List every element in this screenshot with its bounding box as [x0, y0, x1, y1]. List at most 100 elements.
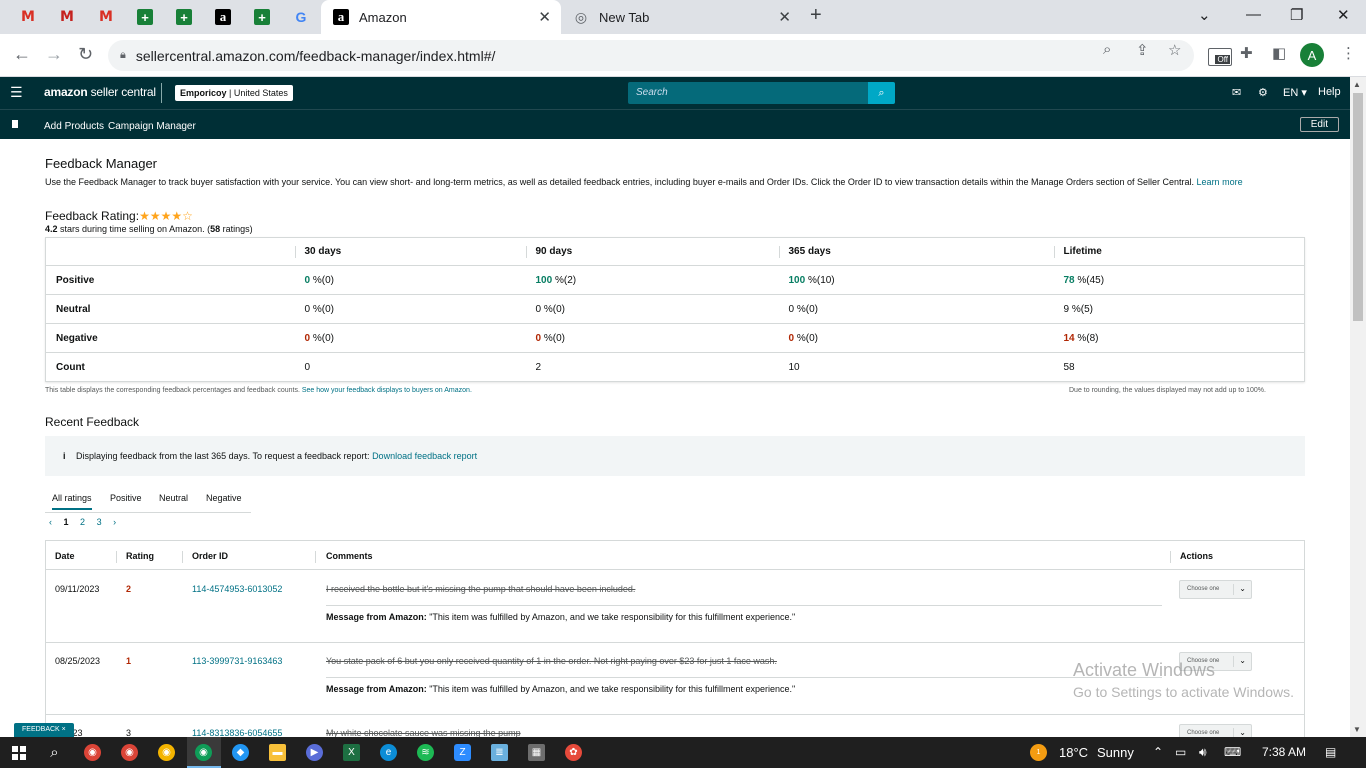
zoom-app-icon[interactable]: Z [454, 744, 471, 761]
app-icon[interactable]: ◆ [232, 744, 249, 761]
pinned-tab-sheets[interactable]: + [131, 5, 159, 29]
forward-icon[interactable]: → [45, 44, 63, 65]
pinned-tab-sheets-3[interactable]: + [248, 5, 276, 29]
excel-icon[interactable]: X [343, 744, 360, 761]
search-input[interactable]: Search [628, 82, 868, 104]
chrome-icon[interactable]: ◉ [158, 744, 175, 761]
tab-search-icon[interactable]: ⌄ [1198, 6, 1211, 24]
metrics-cell: 14 %(8) [1053, 323, 1305, 353]
page-3[interactable]: 3 [97, 517, 102, 527]
metrics-cell: 0 %(0) [294, 265, 526, 295]
nav-add-products[interactable]: Add Products [44, 121, 104, 132]
side-panel-icon[interactable]: ◧ [1272, 44, 1286, 62]
chevron-up-icon[interactable]: ⌃ [1153, 745, 1163, 759]
windows-start-icon[interactable] [12, 746, 26, 760]
close-tab-icon[interactable]: ✕ [538, 8, 551, 26]
scrollbar-thumb[interactable] [1353, 93, 1363, 321]
sheets-icon: + [254, 9, 270, 25]
edge-icon[interactable]: e [380, 744, 397, 761]
see-feedback-display-link[interactable]: See how your feedback displays to buyers… [302, 387, 472, 394]
mail-icon[interactable]: ✉ [1232, 86, 1241, 99]
tab-neutral[interactable]: Neutral [159, 493, 188, 503]
metrics-header: Lifetime [1053, 237, 1305, 266]
order-id-link[interactable]: 113-3999731-9163463 [192, 656, 282, 666]
reload-icon[interactable]: ↻ [78, 44, 93, 65]
seller-subnav: Add Products Campaign Manager Edit [0, 109, 1350, 139]
learn-more-link[interactable]: Learn more [1197, 177, 1243, 187]
prev-page-icon[interactable]: ‹ [49, 517, 52, 527]
share-icon[interactable]: ⇪ [1136, 41, 1149, 59]
scroll-down-icon[interactable]: ▼ [1353, 725, 1361, 734]
network-icon[interactable]: ▭ [1175, 745, 1186, 759]
profile-avatar[interactable]: A [1300, 43, 1324, 67]
back-icon[interactable]: ← [13, 44, 31, 65]
weather-text: Sunny [1097, 745, 1134, 760]
nav-campaign-manager[interactable]: Campaign Manager [108, 121, 196, 132]
spotify-icon[interactable]: ≋ [417, 744, 434, 761]
pinned-tab-gmail[interactable]: M [14, 5, 42, 29]
media-player-icon[interactable]: ▶ [306, 744, 323, 761]
file-explorer-icon[interactable]: ▬ [269, 744, 286, 761]
extensions-puzzle-icon[interactable]: ✚ [1240, 44, 1253, 62]
tab-new-tab[interactable]: ◎ New Tab ✕ [561, 0, 801, 34]
close-tab-icon[interactable]: ✕ [778, 8, 791, 26]
order-id-link[interactable]: 114-8313836-6054655 [192, 728, 282, 737]
page-2[interactable]: 2 [80, 517, 85, 527]
volume-icon[interactable]: 🔊︎ [1199, 745, 1207, 760]
action-select[interactable]: Choose one ⌄ [1179, 580, 1252, 599]
app-icon[interactable]: ✿ [565, 744, 582, 761]
store-selector[interactable]: Emporicoy | United States [175, 85, 293, 101]
pinned-tab-amazon[interactable]: a [209, 5, 237, 29]
extension-off-icon[interactable]: Off [1208, 48, 1232, 66]
tab-positive[interactable]: Positive [110, 493, 142, 503]
scroll-up-icon[interactable]: ▲ [1353, 80, 1361, 89]
keyboard-icon[interactable]: ⌨ [1224, 745, 1241, 759]
edit-button[interactable]: Edit [1299, 117, 1339, 132]
col-actions: Actions [1180, 551, 1214, 561]
gmail-icon: M [21, 9, 35, 25]
gear-icon[interactable]: ⚙ [1258, 86, 1268, 99]
gmail-icon: M [60, 9, 74, 25]
chrome-icon[interactable]: ◉ [195, 744, 212, 761]
chrome-icon[interactable]: ◉ [121, 744, 138, 761]
action-select[interactable]: Choose one ⌄ [1179, 724, 1252, 737]
page-1[interactable]: 1 [64, 517, 69, 527]
pinned-tab-gmail-3[interactable]: M [92, 5, 120, 29]
rating-stars-icon: ★★★★☆ [139, 209, 193, 223]
next-page-icon[interactable]: › [113, 517, 116, 527]
notepad-icon[interactable]: ≣ [491, 744, 508, 761]
tab-amazon[interactable]: a Amazon ✕ [321, 0, 561, 34]
chrome-menu-icon[interactable]: ⋮ [1341, 44, 1356, 62]
bookmark-star-icon[interactable]: ☆ [1168, 41, 1181, 59]
feedback-date: 08/25/2023 [55, 656, 101, 666]
address-bar[interactable]: 🔒︎ sellercentral.amazon.com/feedback-man… [108, 40, 1194, 71]
page-scrollbar[interactable]: ▲ ▼ [1350, 77, 1366, 737]
tab-negative[interactable]: Negative [206, 493, 242, 503]
metrics-cell: 10 [779, 353, 1054, 382]
column-divider [182, 551, 183, 563]
help-link[interactable]: Help [1318, 86, 1341, 98]
order-id-link[interactable]: 114-4574953-6013052 [192, 584, 282, 594]
pinned-tab-sheets-2[interactable]: + [170, 5, 198, 29]
new-tab-icon[interactable]: + [810, 4, 822, 27]
download-report-link[interactable]: Download feedback report [372, 451, 477, 461]
chrome-icon[interactable]: ◉ [84, 744, 101, 761]
menu-icon[interactable]: ☰ [10, 84, 23, 101]
restore-icon[interactable]: ❐ [1290, 6, 1303, 24]
bookmark-icon[interactable] [12, 120, 18, 128]
language-selector[interactable]: EN ▾ [1283, 86, 1307, 99]
feedback-widget-button[interactable]: FEEDBACK × [14, 723, 74, 737]
notifications-icon[interactable]: ▤ [1325, 745, 1336, 759]
search-icon[interactable]: ⌕ [46, 744, 63, 761]
pinned-tab-gmail-2[interactable]: M [53, 5, 81, 29]
calculator-icon[interactable]: ▦ [528, 744, 545, 761]
close-window-icon[interactable]: ✕ [1337, 6, 1350, 24]
seller-central-logo[interactable]: amazon seller central [44, 85, 156, 99]
tab-all-ratings[interactable]: All ratings [52, 493, 92, 510]
minimize-icon[interactable]: — [1246, 6, 1261, 23]
search-icon[interactable]: ⌕ [868, 82, 895, 104]
pinned-tab-google[interactable]: G [287, 5, 315, 29]
recent-feedback-title: Recent Feedback [45, 415, 140, 429]
zoom-icon[interactable]: ⌕ [1103, 41, 1111, 58]
weather-icon[interactable]: 1 [1030, 744, 1047, 761]
